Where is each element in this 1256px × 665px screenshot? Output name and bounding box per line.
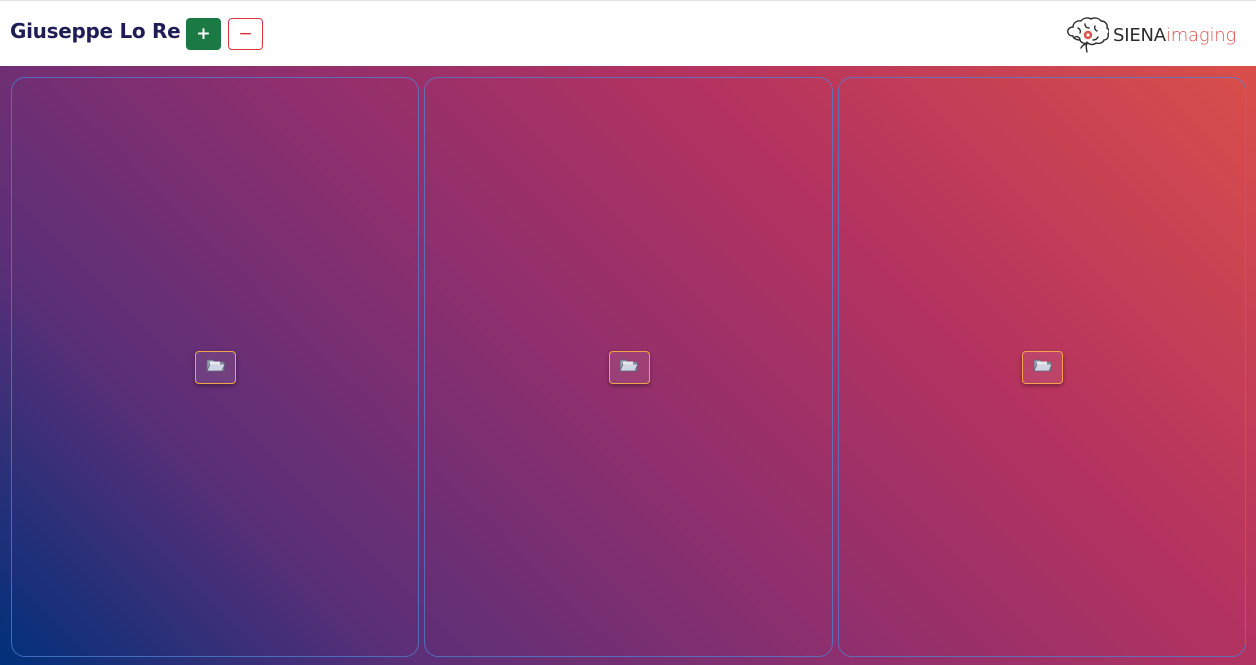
folder-icon	[205, 357, 226, 378]
logo-brand: SIENA	[1113, 24, 1166, 46]
logo-suffix: imaging	[1165, 24, 1237, 46]
logo-wordmark: SIENAimaging	[1113, 25, 1236, 46]
siena-imaging-logo: SIENAimaging	[1065, 16, 1236, 54]
folder-icon	[619, 357, 639, 378]
top-bar: Giuseppe Lo Re + − SIENAimaging	[0, 0, 1256, 66]
add-panel-button[interactable]: +	[186, 18, 221, 50]
open-folder-button[interactable]	[608, 351, 650, 384]
user-name: Giuseppe Lo Re	[10, 19, 181, 43]
viewer-panel-1[interactable]	[11, 77, 419, 657]
open-folder-button[interactable]	[195, 351, 236, 384]
open-folder-button[interactable]	[1022, 351, 1063, 384]
folder-icon	[1032, 357, 1053, 378]
remove-panel-button[interactable]: −	[228, 18, 263, 50]
brain-icon	[1065, 16, 1109, 54]
viewer-panel-2[interactable]	[424, 77, 833, 657]
viewer-panel-3[interactable]	[838, 77, 1246, 657]
viewer-workspace	[0, 66, 1256, 665]
